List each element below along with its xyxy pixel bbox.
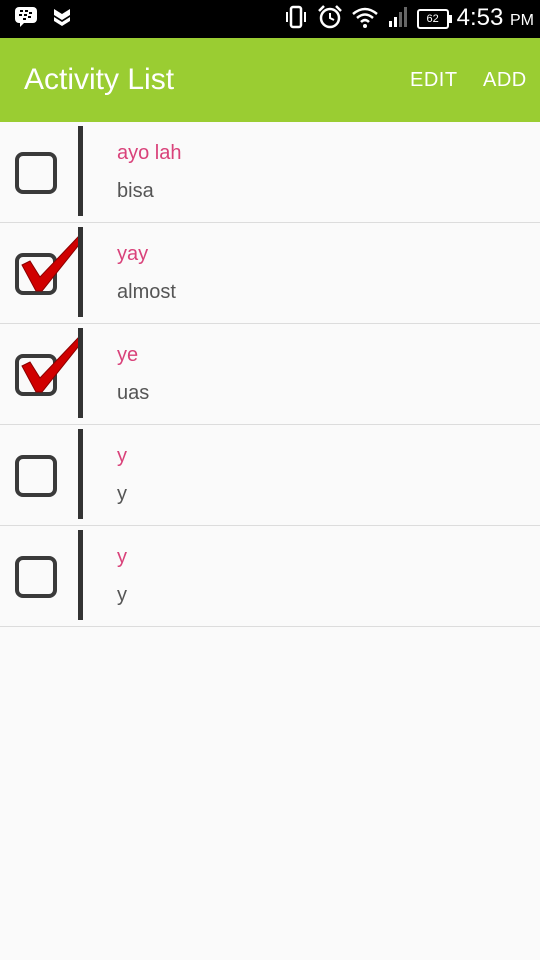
signal-icon <box>387 5 409 34</box>
clock-ampm: PM <box>510 11 534 29</box>
divider <box>78 429 83 519</box>
clock-time: 4:53 <box>456 3 504 31</box>
clock: 4:53 PM <box>457 3 534 36</box>
app-bar: Activity List EDIT ADD <box>0 38 540 122</box>
checkmark-icon <box>21 337 83 393</box>
vibrate-icon <box>283 5 309 34</box>
list-item[interactable]: y y <box>0 526 540 627</box>
activity-checkbox[interactable] <box>0 223 83 323</box>
shield-icon <box>52 6 72 33</box>
activity-subtitle: bisa <box>117 180 154 202</box>
activity-subtitle: y <box>117 483 127 505</box>
edit-button[interactable]: EDIT <box>410 38 458 122</box>
checkbox-box <box>15 152 57 194</box>
activity-title: ye <box>117 344 139 366</box>
activity-title: y <box>117 445 127 467</box>
battery-icon: 62 <box>416 9 452 29</box>
page-title: Activity List <box>24 63 175 96</box>
checkmark-icon <box>21 236 83 292</box>
alarm-icon <box>317 4 343 35</box>
activity-subtitle: uas <box>117 382 150 404</box>
divider <box>78 126 83 216</box>
activity-list: ayo lah bisa yay almost ye uas y y y y <box>0 122 540 627</box>
divider <box>78 530 83 620</box>
bbm-icon <box>14 6 38 33</box>
list-item[interactable]: ye uas <box>0 324 540 425</box>
activity-title: y <box>117 546 127 568</box>
divider <box>78 227 83 317</box>
list-item[interactable]: yay almost <box>0 223 540 324</box>
activity-title: yay <box>117 243 149 265</box>
add-button[interactable]: ADD <box>483 38 527 122</box>
wifi-icon <box>351 5 379 34</box>
list-item[interactable]: y y <box>0 425 540 526</box>
activity-checkbox[interactable] <box>0 526 80 626</box>
activity-subtitle: almost <box>117 281 176 303</box>
checkbox-box <box>15 455 57 497</box>
activity-checkbox[interactable] <box>0 122 80 222</box>
list-item[interactable]: ayo lah bisa <box>0 122 540 223</box>
divider <box>78 328 83 418</box>
activity-checkbox[interactable] <box>0 425 80 525</box>
status-bar: 62 4:53 PM <box>0 0 540 38</box>
activity-checkbox[interactable] <box>0 324 83 424</box>
activity-subtitle: y <box>117 584 127 606</box>
checkbox-box <box>15 556 57 598</box>
activity-title: ayo lah <box>117 142 182 164</box>
